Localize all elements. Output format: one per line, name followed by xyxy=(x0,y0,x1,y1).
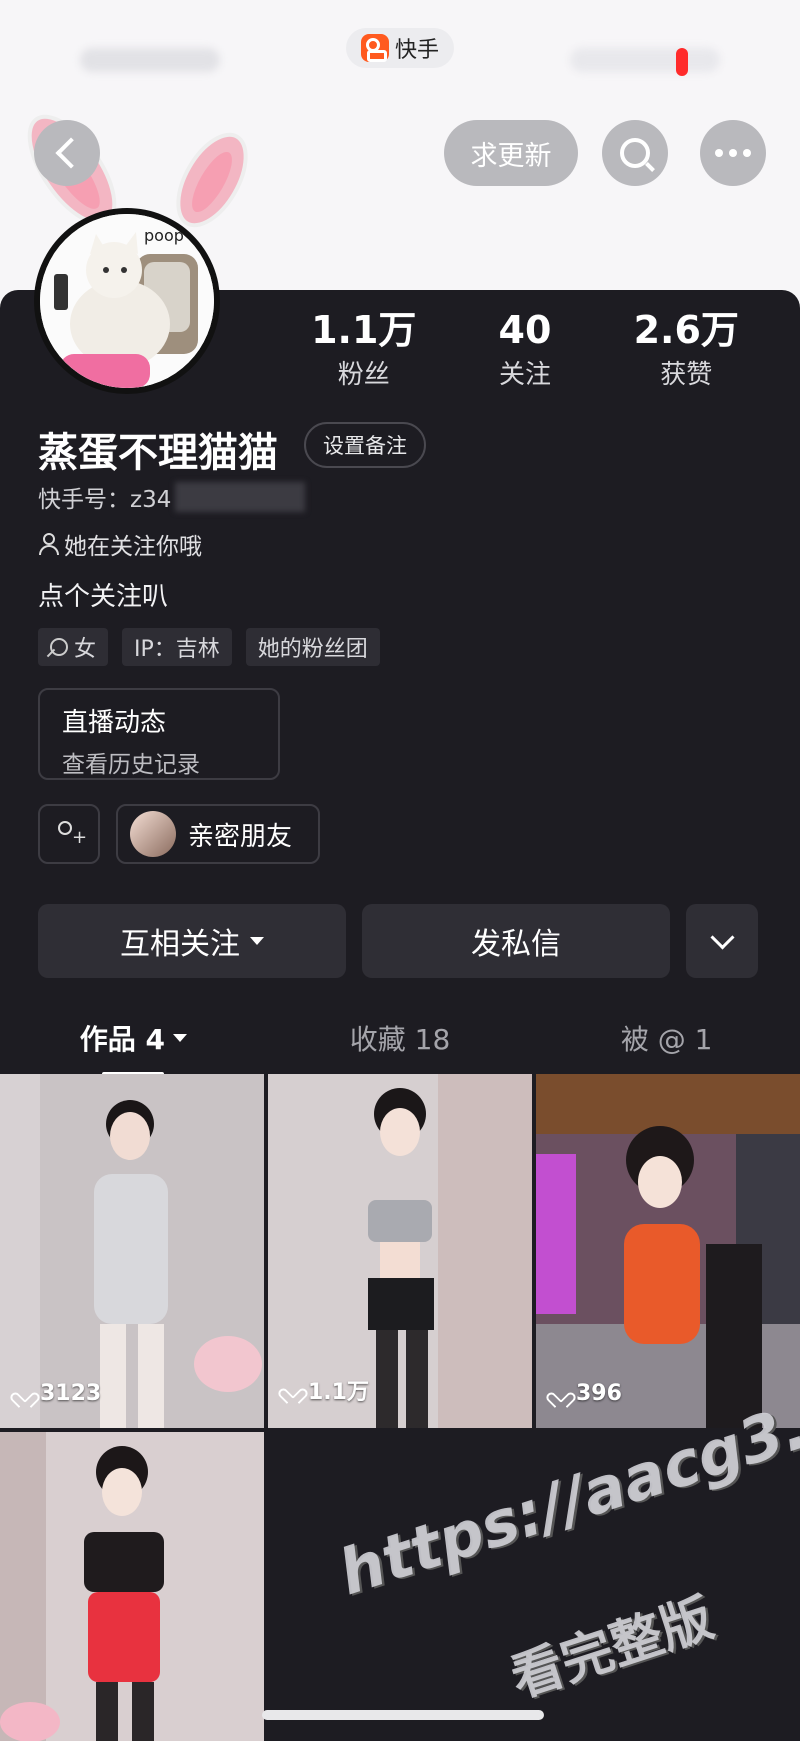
mutual-follow-label: 互相关注 xyxy=(120,927,240,962)
tab-label: 被 @ 1 xyxy=(620,1023,713,1056)
more-icon xyxy=(715,149,751,157)
likes-count: 1.1万 xyxy=(308,1380,369,1405)
heart-icon xyxy=(552,1386,570,1402)
app-badge: 快手 xyxy=(346,28,454,68)
video-thumbnail[interactable]: 3123 xyxy=(0,1074,264,1428)
stats-row: 1.1万 粉丝 40 关注 2.6万 获赞 xyxy=(270,308,780,391)
more-button[interactable] xyxy=(700,120,766,186)
gender-female-icon xyxy=(50,638,68,656)
tab-label: 收藏 18 xyxy=(349,1023,451,1056)
stat-label: 获赞 xyxy=(660,360,713,390)
tag-fan-club[interactable]: 她的粉丝团 xyxy=(245,628,380,666)
send-message-label: 发私信 xyxy=(471,927,561,962)
tag-label: 女 xyxy=(74,637,97,662)
video-likes: 3123 xyxy=(16,1381,101,1406)
close-friends-button[interactable]: 亲密朋友 xyxy=(116,804,320,864)
kuaishou-logo-icon xyxy=(360,34,389,62)
add-friend-button[interactable] xyxy=(38,804,100,864)
tag-label: IP：吉林 xyxy=(134,637,220,662)
recording-indicator xyxy=(676,48,688,76)
stat-label: 粉丝 xyxy=(337,360,390,390)
video-thumbnail-image xyxy=(0,1432,264,1741)
search-icon xyxy=(620,138,650,168)
kwai-id-text: 快手号：z34 xyxy=(38,487,172,513)
likes-count: 3123 xyxy=(40,1381,102,1406)
avatar-image: poop xyxy=(40,214,214,388)
tag-label: 她的粉丝团 xyxy=(257,637,368,662)
video-thumbnail[interactable]: 1.1万 xyxy=(268,1074,532,1428)
kwai-id: 快手号：z34 xyxy=(38,480,306,514)
stat-likes[interactable]: 2.6万 获赞 xyxy=(634,308,739,391)
tab-label: 作品 4 xyxy=(79,1023,165,1056)
tab-works[interactable]: 作品 4 xyxy=(0,1010,267,1076)
cat-avatar-illustration xyxy=(40,214,214,388)
video-thumbnail[interactable] xyxy=(0,1432,264,1741)
chevron-left-icon xyxy=(55,137,87,169)
live-history-card[interactable]: 直播动态 查看历史记录 xyxy=(38,688,280,780)
stat-value: 1.1万 xyxy=(311,308,417,352)
add-person-icon xyxy=(56,821,87,847)
expand-recommendations-button[interactable] xyxy=(686,904,758,978)
caret-down-icon xyxy=(172,1034,187,1042)
status-bar-right xyxy=(570,48,720,72)
chevron-down-icon xyxy=(709,924,735,950)
caret-down-icon xyxy=(250,937,264,945)
profile-bio: 点个关注叭 xyxy=(38,582,169,612)
status-bar-left xyxy=(80,48,220,72)
action-buttons: 互相关注 发私信 xyxy=(38,904,758,978)
set-remark-button[interactable]: 设置备注 xyxy=(304,422,426,468)
follows-you-note: 她在关注你哦 xyxy=(38,527,202,561)
home-indicator[interactable] xyxy=(262,1710,544,1720)
tag-ip: IP：吉林 xyxy=(122,628,232,666)
video-thumbnail[interactable]: 396 xyxy=(536,1074,800,1428)
tag-gender: 女 xyxy=(38,628,109,666)
follows-you-text: 她在关注你哦 xyxy=(64,534,202,560)
profile-tags: 女 IP：吉林 她的粉丝团 xyxy=(38,628,380,666)
heart-icon xyxy=(16,1386,34,1402)
request-update-button[interactable]: 求更新 xyxy=(444,120,578,186)
person-icon xyxy=(38,533,59,555)
profile-nickname: 蒸蛋不理猫猫 xyxy=(38,430,278,476)
live-card-title: 直播动态 xyxy=(62,708,167,738)
kwai-id-redaction xyxy=(175,482,306,512)
video-likes: 396 xyxy=(552,1381,622,1406)
likes-count: 396 xyxy=(576,1381,622,1406)
video-thumbnail-image xyxy=(0,1074,264,1428)
live-card-subtitle: 查看历史记录 xyxy=(62,752,200,778)
avatar[interactable]: poop xyxy=(34,208,220,394)
heart-icon xyxy=(284,1382,302,1398)
send-message-button[interactable]: 发私信 xyxy=(362,904,670,978)
profile-tabs: 作品 4 收藏 18 被 @ 1 xyxy=(0,1010,800,1076)
friend-avatar xyxy=(130,811,176,857)
stat-value: 40 xyxy=(498,308,552,352)
video-likes: 1.1万 xyxy=(284,1374,369,1406)
tab-favorites[interactable]: 收藏 18 xyxy=(267,1010,534,1066)
back-button[interactable] xyxy=(34,120,100,186)
stat-label: 关注 xyxy=(498,360,551,390)
mutual-follow-button[interactable]: 互相关注 xyxy=(38,904,346,978)
video-thumbnail-image xyxy=(536,1074,800,1428)
search-button[interactable] xyxy=(602,120,668,186)
avatar-caption: poop xyxy=(144,226,184,245)
stat-followers[interactable]: 1.1万 粉丝 xyxy=(311,308,416,391)
close-friends-label: 亲密朋友 xyxy=(188,821,293,852)
tab-mentions[interactable]: 被 @ 1 xyxy=(533,1010,800,1066)
app-name: 快手 xyxy=(394,38,439,63)
stat-following[interactable]: 40 关注 xyxy=(499,308,552,391)
stat-value: 2.6万 xyxy=(633,308,739,352)
